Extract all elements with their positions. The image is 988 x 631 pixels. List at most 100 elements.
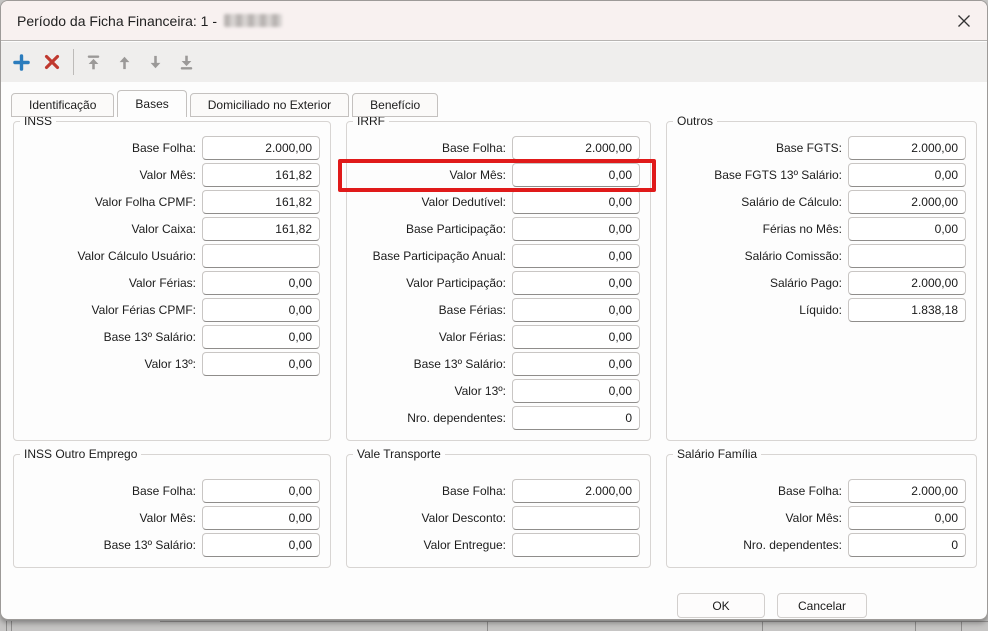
- group-title: Vale Transporte: [357, 447, 441, 461]
- field-input-valor-participacao[interactable]: [512, 271, 640, 295]
- field-input-valor-ferias[interactable]: [512, 325, 640, 349]
- field-input-base-folha[interactable]: [202, 136, 320, 160]
- field-input-nro-dependentes[interactable]: [512, 406, 640, 430]
- field-row-nro-dependentes: Nro. dependentes:: [675, 533, 966, 557]
- ok-button[interactable]: OK: [677, 593, 765, 618]
- group-title: INSS Outro Emprego: [24, 447, 138, 461]
- field-input-valor-ferias-cpmf[interactable]: [202, 298, 320, 322]
- field-label: Base Participação Anual:: [372, 249, 506, 263]
- field-row-base-folha: Base Folha:: [22, 136, 320, 160]
- move-down-button[interactable]: [143, 49, 167, 75]
- field-input-valor-calculo-usuario[interactable]: [202, 244, 320, 268]
- move-up-button[interactable]: [112, 49, 136, 75]
- field-input-valor-mes[interactable]: [848, 506, 966, 530]
- field-row-base-fgts-13-salario: Base FGTS 13º Salário:: [675, 163, 966, 187]
- field-input-valor-13[interactable]: [512, 379, 640, 403]
- group-inss-outro-emprego: INSS Outro Emprego Base Folha: Valor Mês: B…: [13, 447, 331, 568]
- field-label: Valor Mês:: [139, 511, 196, 525]
- field-label: Valor 13º:: [454, 384, 506, 398]
- field-input-base-fgts-13-salario[interactable]: [848, 163, 966, 187]
- field-label: Salário de Cálculo:: [741, 195, 842, 209]
- field-input-base-13-salario[interactable]: [202, 325, 320, 349]
- move-first-button[interactable]: [81, 49, 105, 75]
- tab-identificacao[interactable]: Identificação: [11, 93, 115, 117]
- field-input-valor-mes[interactable]: [512, 163, 640, 187]
- toolbar-separator: [73, 49, 74, 75]
- field-input-valor-mes[interactable]: [202, 163, 320, 187]
- add-button[interactable]: [9, 49, 33, 75]
- field-input-valor-mes[interactable]: [202, 506, 320, 530]
- field-input-valor-13[interactable]: [202, 352, 320, 376]
- field-input-base-13-salario[interactable]: [512, 352, 640, 376]
- arrow-down-bar-icon: [180, 55, 192, 70]
- field-row-base-13-salario: Base 13º Salário:: [22, 533, 320, 557]
- field-input-base-participacao-anual[interactable]: [512, 244, 640, 268]
- field-row-base-participacao: Base Participação:: [355, 217, 640, 241]
- field-row-base-folha: Base Folha:: [355, 479, 640, 503]
- title-bar: Período da Ficha Financeira: 1 -: [1, 1, 987, 41]
- close-icon: [958, 14, 970, 27]
- close-button[interactable]: [941, 1, 987, 40]
- field-input-base-fgts[interactable]: [848, 136, 966, 160]
- field-row-valor-entregue: Valor Entregue:: [355, 533, 640, 557]
- field-input-base-13-salario[interactable]: [202, 533, 320, 557]
- tab-beneficio[interactable]: Benefício: [352, 93, 439, 117]
- plus-icon: [12, 53, 30, 71]
- field-label: Base Folha:: [131, 141, 196, 155]
- field-row-valor-ferias: Valor Férias:: [22, 271, 320, 295]
- arrow-up-bar-icon: [87, 54, 99, 69]
- field-input-salario-de-calculo[interactable]: [848, 190, 966, 214]
- field-input-valor-folha-cpmf[interactable]: [202, 190, 320, 214]
- x-icon: [44, 54, 60, 70]
- field-label: Base 13º Salário:: [413, 357, 506, 371]
- field-input-liquido[interactable]: [848, 298, 966, 322]
- tab-bases[interactable]: Bases: [117, 90, 187, 117]
- field-input-base-participacao[interactable]: [512, 217, 640, 241]
- field-input-valor-ferias[interactable]: [202, 271, 320, 295]
- group-inss: INSSBase Folha:Valor Mês:Valor Folha CPM…: [13, 114, 331, 441]
- field-row-valor-13: Valor 13º:: [22, 352, 320, 376]
- group-title: Outros: [677, 114, 714, 128]
- field-row-liquido: Líquido:: [675, 298, 966, 322]
- field-row-ferias-no-mes: Férias no Mês:: [675, 217, 966, 241]
- delete-button[interactable]: [40, 49, 64, 75]
- field-input-salario-pago[interactable]: [848, 271, 966, 295]
- field-label: Férias no Mês:: [762, 222, 842, 236]
- field-label: Base Férias:: [438, 303, 506, 317]
- field-row-base-folha: Base Folha:: [355, 136, 640, 160]
- field-input-base-folha[interactable]: [512, 136, 640, 160]
- field-input-salario-comissao[interactable]: [848, 244, 966, 268]
- move-last-button[interactable]: [174, 49, 198, 75]
- field-input-base-ferias[interactable]: [512, 298, 640, 322]
- field-label: Nro. dependentes:: [743, 538, 842, 552]
- field-input-nro-dependentes[interactable]: [848, 533, 966, 557]
- field-row-valor-folha-cpmf: Valor Folha CPMF:: [22, 190, 320, 214]
- field-label: Base Folha:: [441, 141, 506, 155]
- field-input-valor-dedutivel[interactable]: [512, 190, 640, 214]
- group-outros: Outros Base FGTS: Base FGTS 13º Salário: Sa…: [666, 114, 977, 441]
- group-title: Salário Família: [677, 447, 758, 461]
- field-input-base-folha[interactable]: [848, 479, 966, 503]
- window-title: Período da Ficha Financeira: 1 -: [17, 12, 217, 29]
- field-input-valor-caixa[interactable]: [202, 217, 320, 241]
- field-label: Nro. dependentes:: [407, 411, 506, 425]
- field-input-valor-entregue[interactable]: [512, 533, 640, 557]
- field-input-base-folha[interactable]: [512, 479, 640, 503]
- field-row-base-fgts: Base FGTS:: [675, 136, 966, 160]
- field-row-valor-mes: Valor Mês:: [675, 506, 966, 530]
- field-row-valor-dedutivel: Valor Dedutível:: [355, 190, 640, 214]
- field-input-ferias-no-mes[interactable]: [848, 217, 966, 241]
- group-irrf: IRRFBase Folha:Valor Mês:Valor Dedutível…: [338, 114, 656, 441]
- field-row-valor-calculo-usuario: Valor Cálculo Usuário:: [22, 244, 320, 268]
- field-row-base-folha: Base Folha:: [22, 479, 320, 503]
- period-ficha-financeira-dialog: Período da Ficha Financeira: 1 - Identif…: [0, 0, 988, 620]
- field-label: Valor 13º:: [144, 357, 196, 371]
- field-label: Valor Dedutível:: [421, 195, 507, 209]
- group-vale-transporte: Vale Transporte Base Folha: Valor Desconto…: [346, 447, 651, 568]
- tab-domiciliado-no-exterior[interactable]: Domiciliado no Exterior: [189, 93, 350, 117]
- field-row-valor-desconto: Valor Desconto:: [355, 506, 640, 530]
- field-input-base-folha[interactable]: [202, 479, 320, 503]
- field-input-valor-desconto[interactable]: [512, 506, 640, 530]
- cancel-button[interactable]: Cancelar: [777, 593, 867, 618]
- toolbar: [1, 42, 987, 82]
